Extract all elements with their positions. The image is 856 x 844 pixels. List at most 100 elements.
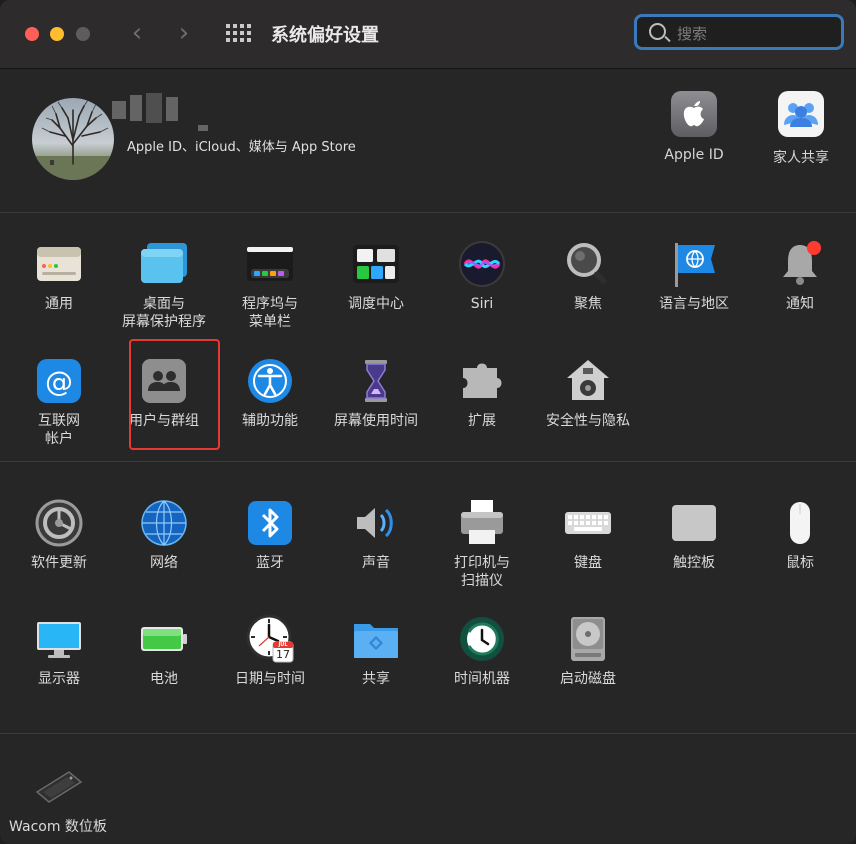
dock-icon	[245, 239, 295, 289]
pane-time-machine[interactable]: 时间机器	[432, 614, 532, 688]
pane-extensions[interactable]: 扩展	[432, 356, 532, 430]
family-sharing-label: 家人共享	[773, 150, 829, 166]
keyboard-icon	[563, 498, 613, 548]
pane-battery[interactable]: 电池	[114, 614, 214, 688]
software-update-icon	[34, 498, 84, 548]
back-button[interactable]: ‹	[124, 19, 150, 49]
pane-label: Siri	[470, 296, 494, 312]
pane-label: 通知	[786, 296, 814, 312]
mouse-icon	[775, 498, 825, 548]
pane-label: 语言与地区	[659, 296, 729, 312]
pane-label: 电池	[150, 671, 178, 687]
pane-spotlight[interactable]: 聚焦	[538, 239, 638, 313]
pane-label: 时间机器	[454, 671, 510, 687]
pane-label: 显示器	[38, 671, 80, 687]
pane-software-update[interactable]: 软件更新	[9, 498, 109, 572]
pane-startup-disk[interactable]: 启动磁盘	[538, 614, 638, 688]
internet-accounts-icon: @	[34, 356, 84, 406]
pane-label: 桌面与 屏幕保护程序	[122, 296, 206, 330]
mission-control-icon	[351, 239, 401, 289]
pane-siri[interactable]: Siri	[432, 239, 532, 313]
clock-icon: JUL 17	[245, 614, 295, 664]
pane-label: 声音	[362, 555, 390, 571]
hardware-panes-section: 软件更新 网络 蓝牙 声音 打印机与 扫描仪 键盘 触控板 鼠标 显示器 电池 …	[0, 462, 856, 733]
network-icon	[139, 498, 189, 548]
wacom-tablet-icon	[33, 762, 83, 812]
pane-trackpad[interactable]: 触控板	[644, 498, 744, 572]
notification-icon	[775, 239, 825, 289]
pane-label: Wacom 数位板	[9, 819, 107, 835]
minimize-window-button[interactable]	[50, 27, 64, 41]
pane-mouse[interactable]: 鼠标	[750, 498, 850, 572]
selection-highlight	[129, 339, 220, 450]
window-title: 系统偏好设置	[271, 25, 379, 46]
family-sharing-button[interactable]: 家人共享	[761, 91, 841, 167]
sharing-icon	[351, 614, 401, 664]
accessibility-icon	[245, 356, 295, 406]
pane-printers-scanners[interactable]: 打印机与 扫描仪	[432, 498, 532, 590]
pane-label: 辅助功能	[242, 413, 298, 429]
close-window-button[interactable]	[25, 27, 39, 41]
pane-general[interactable]: 通用	[9, 239, 109, 313]
pane-label: 聚焦	[574, 296, 602, 312]
zoom-window-button[interactable]	[76, 27, 90, 41]
desktop-icon	[139, 239, 189, 289]
spotlight-icon	[563, 239, 613, 289]
pane-internet-accounts[interactable]: @ 互联网 帐户	[9, 356, 109, 448]
pane-network[interactable]: 网络	[114, 498, 214, 572]
pane-label: 屏幕使用时间	[334, 413, 418, 429]
display-icon	[34, 614, 84, 664]
pane-wacom-tablet[interactable]: Wacom 数位板	[3, 762, 113, 836]
pane-label: 打印机与 扫描仪	[454, 555, 510, 589]
bluetooth-icon	[245, 498, 295, 548]
security-icon	[563, 356, 613, 406]
pane-notifications[interactable]: 通知	[750, 239, 850, 313]
svg-text:@: @	[45, 365, 73, 398]
pane-bluetooth[interactable]: 蓝牙	[220, 498, 320, 572]
extensions-icon	[457, 356, 507, 406]
pane-label: 日期与时间	[235, 671, 305, 687]
siri-icon	[457, 239, 507, 289]
time-machine-icon	[457, 614, 507, 664]
apple-id-button[interactable]: Apple ID	[654, 91, 734, 163]
pane-security-privacy[interactable]: 安全性与隐私	[538, 356, 638, 430]
pane-mission-control[interactable]: 调度中心	[326, 239, 426, 313]
search-icon	[649, 23, 666, 40]
trackpad-icon	[669, 498, 719, 548]
pane-screen-time[interactable]: 屏幕使用时间	[326, 356, 426, 430]
family-icon	[778, 91, 824, 137]
startup-disk-icon	[563, 614, 613, 664]
pane-displays[interactable]: 显示器	[9, 614, 109, 688]
avatar[interactable]	[32, 98, 114, 180]
pane-dock-menubar[interactable]: 程序坞与 菜单栏	[220, 239, 320, 331]
pane-date-time[interactable]: JUL 17 日期与时间	[220, 614, 320, 688]
apple-icon	[671, 91, 717, 137]
apple-id-label: Apple ID	[664, 147, 724, 163]
pane-keyboard[interactable]: 键盘	[538, 498, 638, 572]
pane-language-region[interactable]: 语言与地区	[644, 239, 744, 313]
screen-time-icon	[351, 356, 401, 406]
title-bar: ‹ › 系统偏好设置	[0, 0, 856, 69]
pane-label: 软件更新	[31, 555, 87, 571]
show-all-grid-icon[interactable]	[226, 24, 251, 44]
pane-label: 通用	[45, 296, 73, 312]
user-name-redacted	[112, 93, 212, 133]
pane-accessibility[interactable]: 辅助功能	[220, 356, 320, 430]
account-subtitle: Apple ID、iCloud、媒体与 App Store	[127, 140, 356, 155]
pane-label: 蓝牙	[256, 555, 284, 571]
search-input[interactable]	[675, 21, 839, 47]
pane-label: 键盘	[574, 555, 602, 571]
pane-label: 网络	[150, 555, 178, 571]
forward-button[interactable]: ›	[171, 19, 197, 49]
pane-label: 程序坞与 菜单栏	[242, 296, 298, 330]
pane-desktop-screensaver[interactable]: 桌面与 屏幕保护程序	[114, 239, 214, 331]
other-panes-section: Wacom 数位板	[0, 734, 856, 844]
apple-id-section: Apple ID、iCloud、媒体与 App Store Apple ID 家…	[0, 69, 856, 213]
calendar-day: 17	[276, 648, 290, 661]
system-preferences-window: ‹ › 系统偏好设置 搜索 Apple ID、iCloud、媒体与 App St…	[0, 0, 856, 844]
pane-sharing[interactable]: 共享	[326, 614, 426, 688]
pane-sound[interactable]: 声音	[326, 498, 426, 572]
search-field[interactable]	[634, 14, 844, 50]
pane-label: 互联网 帐户	[38, 413, 80, 447]
pane-label: 扩展	[468, 413, 496, 429]
